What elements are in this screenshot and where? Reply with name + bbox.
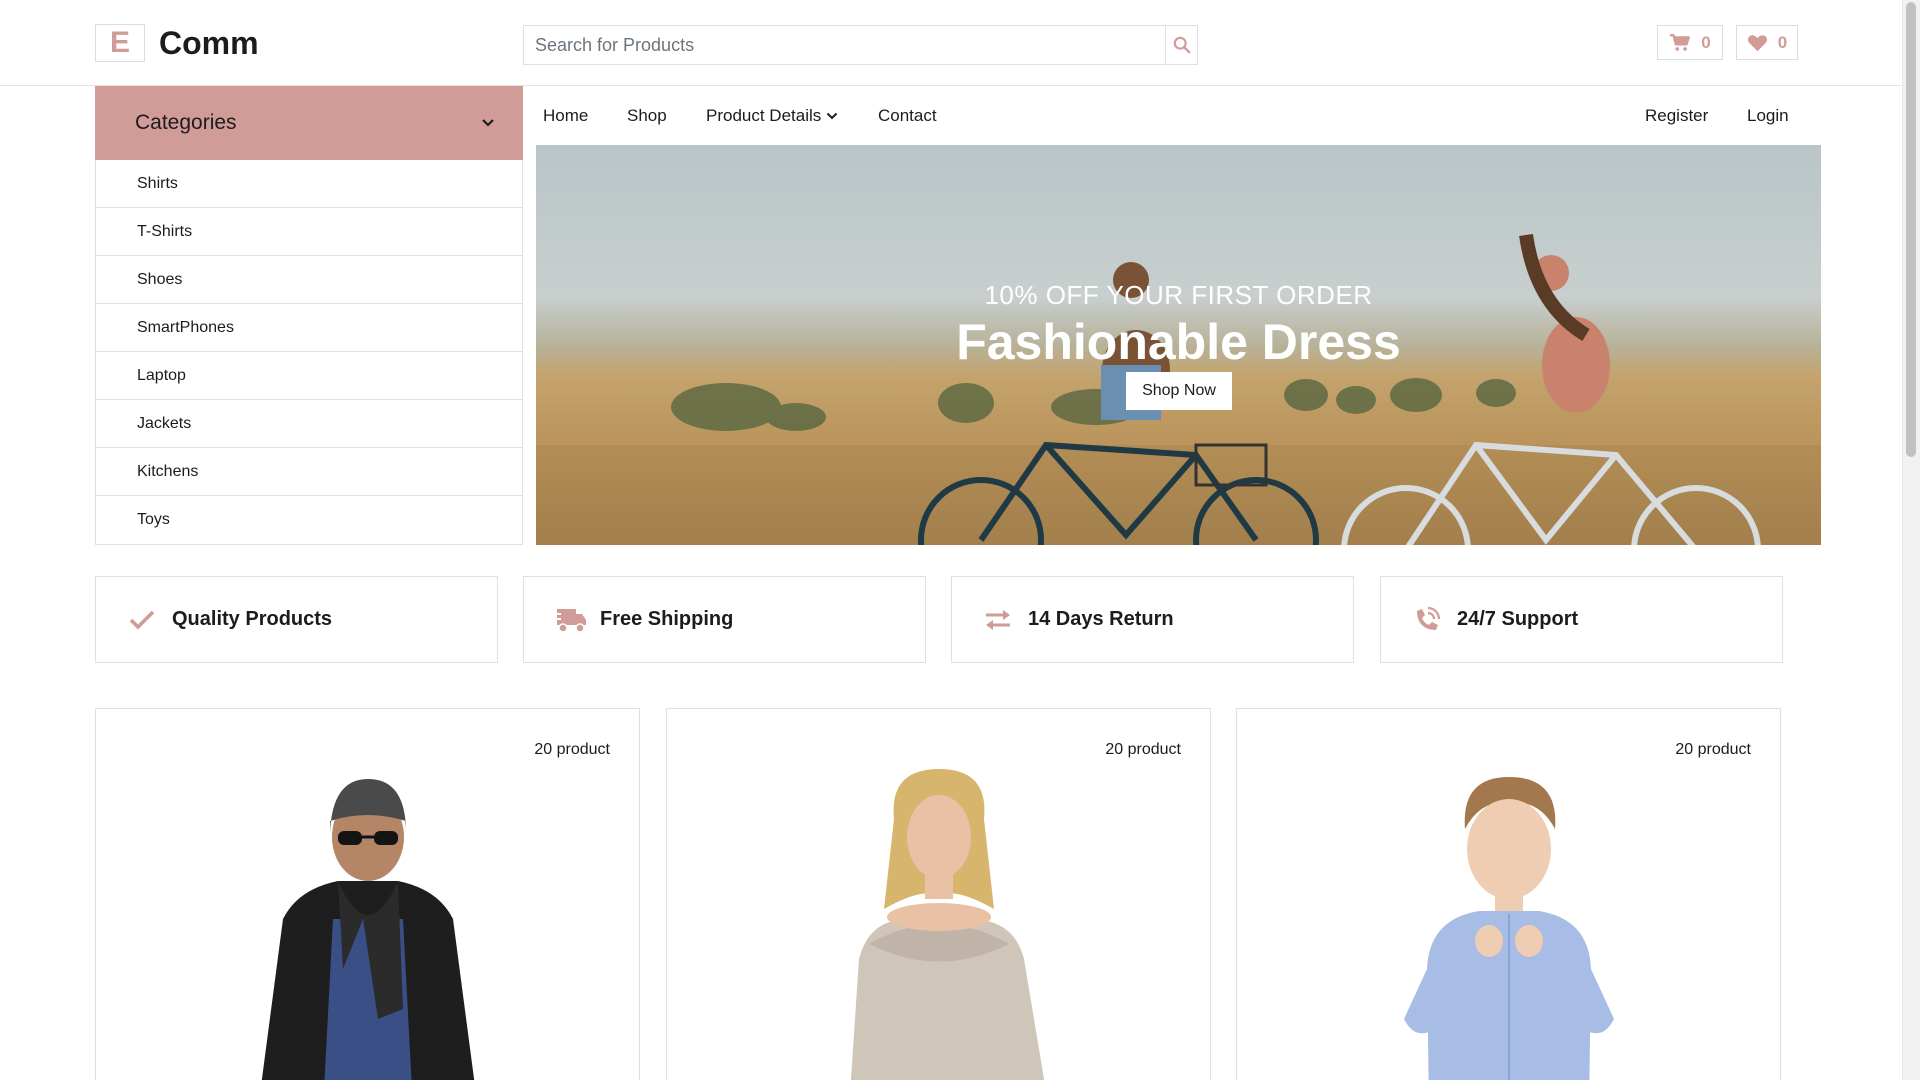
- search-button[interactable]: [1165, 26, 1197, 64]
- nav-home-label: Home: [543, 106, 589, 125]
- category-card[interactable]: 20 product: [1236, 708, 1781, 1080]
- nav-login[interactable]: Login: [1747, 106, 1789, 126]
- category-item-t-shirts[interactable]: T-Shirts: [96, 208, 522, 256]
- main-nav: Home Shop Product Details Contact Regist…: [523, 86, 1823, 144]
- shopping-cart-icon: [1670, 33, 1691, 51]
- nav-login-label: Login: [1747, 106, 1789, 125]
- scrollbar-thumb[interactable]: [1906, 2, 1916, 457]
- category-item-kitchens[interactable]: Kitchens: [96, 448, 522, 496]
- feature-quality-products: Quality Products: [95, 576, 498, 663]
- nav-contact[interactable]: Contact: [878, 106, 937, 126]
- nav-shop-label: Shop: [627, 106, 667, 125]
- feature-14-days-return: 14 Days Return: [951, 576, 1354, 663]
- nav-register-label: Register: [1645, 106, 1709, 125]
- product-count: 20 product: [1675, 741, 1751, 758]
- categories-panel: Categories Shirts T-Shirts Shoes SmartPh…: [95, 86, 523, 545]
- check-icon: [129, 610, 155, 630]
- product-count: 20 product: [1105, 741, 1181, 758]
- wishlist-button[interactable]: 0: [1736, 25, 1798, 60]
- hero-subtitle: 10% OFF YOUR FIRST ORDER: [984, 280, 1373, 310]
- nav-product-details[interactable]: Product Details: [706, 106, 838, 126]
- top-header: E Comm 0 0: [0, 0, 1902, 86]
- logo-letter: E: [95, 24, 145, 62]
- exchange-arrows-icon: [986, 609, 1010, 630]
- product-count: 20 product: [534, 741, 610, 758]
- phone-volume-icon: [1417, 606, 1441, 630]
- categories-title: Categories: [135, 111, 237, 134]
- feature-free-shipping: Free Shipping: [523, 576, 926, 663]
- heart-icon: [1747, 34, 1767, 51]
- category-item-jackets[interactable]: Jackets: [96, 400, 522, 448]
- chevron-down-icon: [482, 119, 494, 127]
- shipping-truck-icon: [553, 608, 586, 633]
- nav-product-details-label: Product Details: [706, 106, 822, 125]
- man-in-jacket-image: [261, 779, 474, 1080]
- category-item-smartphones[interactable]: SmartPhones: [96, 304, 522, 352]
- wishlist-count: 0: [1777, 32, 1788, 52]
- feature-label: Quality Products: [172, 608, 333, 630]
- nav-shop[interactable]: Shop: [627, 106, 667, 126]
- feature-label: 24/7 Support: [1457, 608, 1579, 630]
- category-item-shirts[interactable]: Shirts: [96, 160, 522, 208]
- nav-home[interactable]: Home: [543, 106, 588, 126]
- nav-contact-label: Contact: [878, 106, 937, 125]
- logo-text: Comm: [159, 24, 259, 61]
- nav-register[interactable]: Register: [1645, 106, 1708, 126]
- category-card[interactable]: 20 product: [666, 708, 1211, 1080]
- categories-toggle[interactable]: Categories: [95, 86, 523, 160]
- feature-24-7-support: 24/7 Support: [1380, 576, 1783, 663]
- boy-in-shirt-image: [1403, 777, 1614, 1080]
- category-card[interactable]: 20 product: [95, 708, 640, 1080]
- hero-title: Fashionable Dress: [956, 314, 1401, 370]
- page-scrollbar[interactable]: [1902, 0, 1920, 1080]
- cart-count: 0: [1701, 32, 1711, 52]
- search-input[interactable]: [524, 26, 1165, 64]
- woman-in-sweater-image: [850, 769, 1044, 1080]
- category-item-shoes[interactable]: Shoes: [96, 256, 522, 304]
- feature-label: Free Shipping: [600, 608, 734, 630]
- feature-label: 14 Days Return: [1028, 608, 1174, 630]
- site-logo[interactable]: E Comm: [95, 24, 259, 62]
- cart-button[interactable]: 0: [1657, 25, 1723, 60]
- category-item-toys[interactable]: Toys: [96, 496, 522, 544]
- category-item-laptop[interactable]: Laptop: [96, 352, 522, 400]
- hero-banner: 10% OFF YOUR FIRST ORDER Fashionable Dre…: [536, 145, 1821, 545]
- shop-now-button[interactable]: Shop Now: [1126, 372, 1232, 410]
- search-bar: [523, 25, 1198, 65]
- search-icon: [1173, 36, 1190, 54]
- categories-list: Shirts T-Shirts Shoes SmartPhones Laptop…: [95, 160, 523, 545]
- chevron-down-icon: [827, 112, 838, 120]
